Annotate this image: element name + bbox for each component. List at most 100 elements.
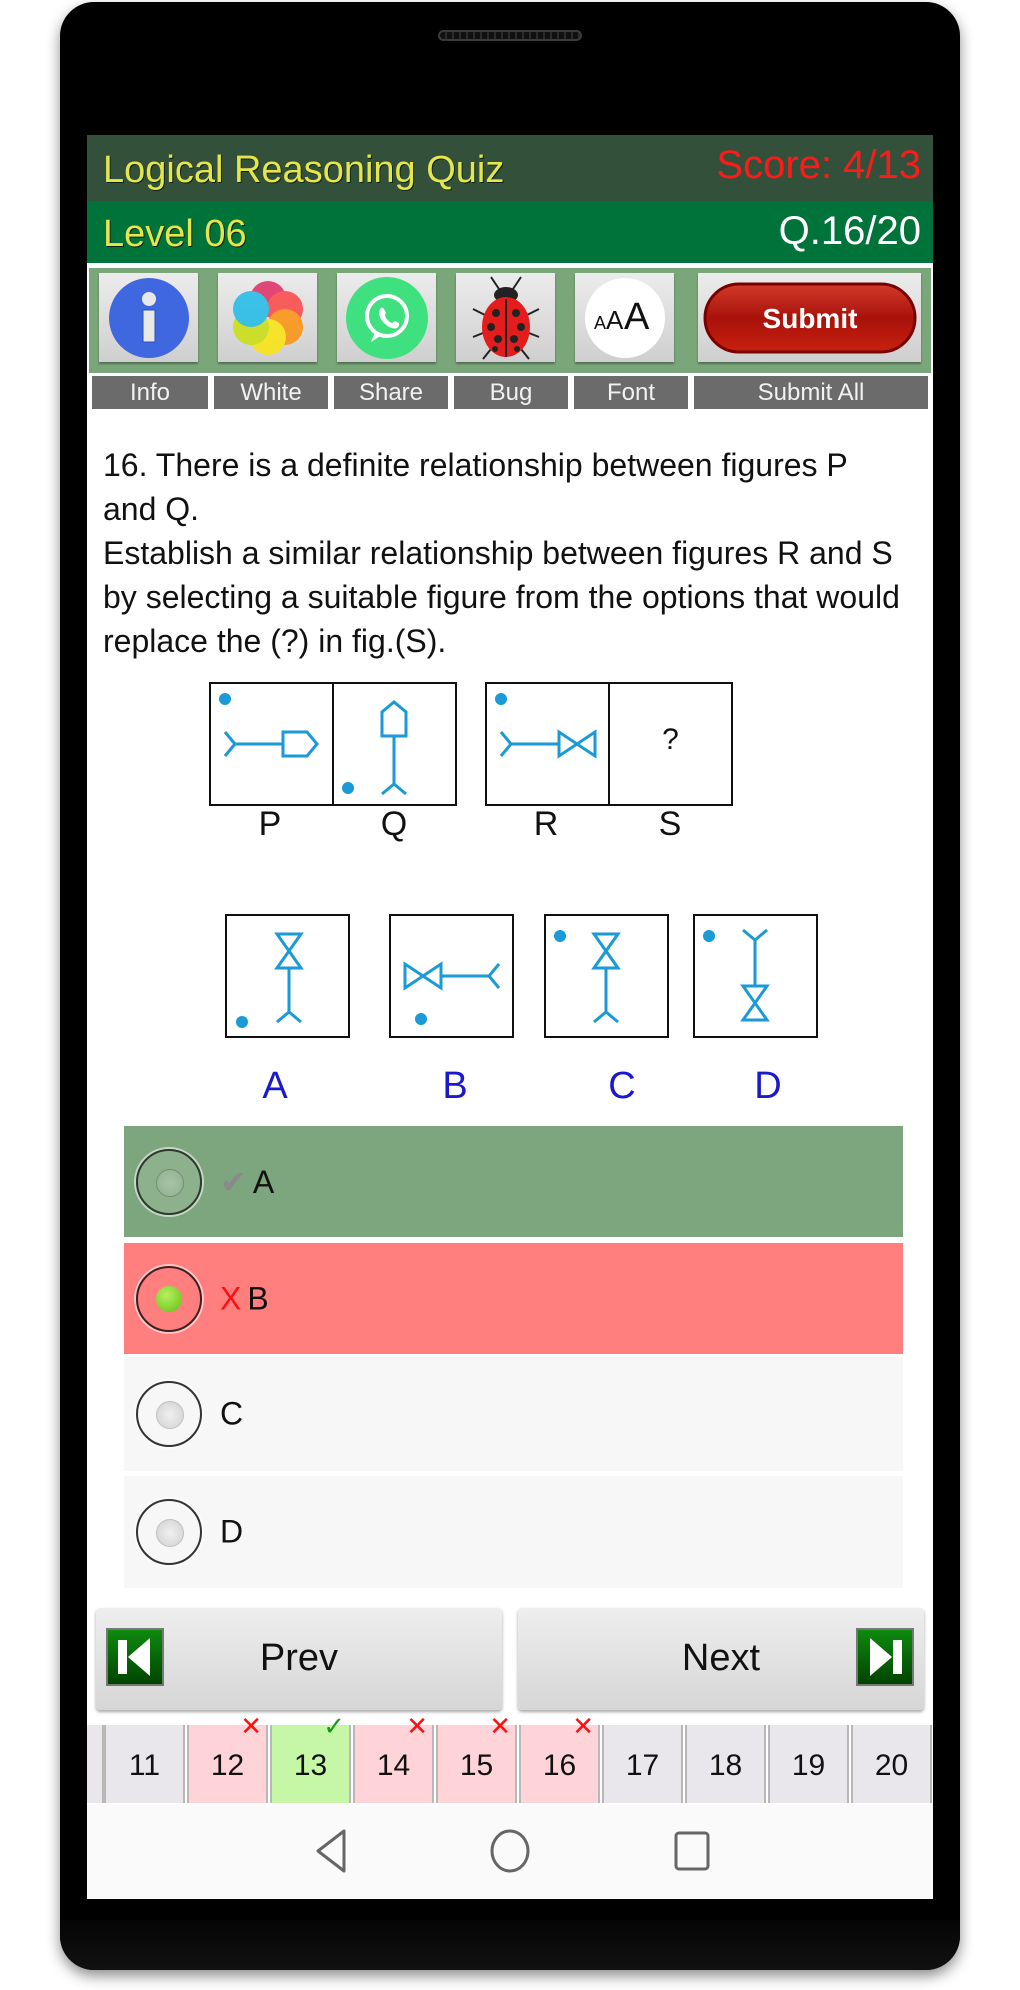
- radio-c[interactable]: [136, 1381, 202, 1447]
- back-icon[interactable]: [312, 1827, 352, 1875]
- prev-button[interactable]: Prev: [96, 1608, 502, 1710]
- option-b-text: XB: [220, 1280, 269, 1317]
- svg-text:A: A: [624, 296, 650, 338]
- page-number: 11: [128, 1749, 161, 1782]
- recents-icon[interactable]: [672, 1827, 712, 1875]
- radio-dot-selected: [156, 1285, 182, 1312]
- system-nav-bar: [87, 1805, 933, 1899]
- answer-label-c: C: [608, 1065, 636, 1107]
- question-line-1: 16. There is a definite relationship bet…: [103, 447, 848, 527]
- wrong-x-icon: ✕: [489, 1711, 511, 1741]
- radio-dot: [156, 1519, 184, 1547]
- font-size-button[interactable]: A A A: [575, 273, 674, 362]
- page-cell-20[interactable]: 20: [851, 1725, 932, 1803]
- info-button[interactable]: [99, 273, 198, 362]
- page-cell-14[interactable]: 14 ✕: [353, 1711, 434, 1803]
- share-label[interactable]: Share: [334, 376, 448, 409]
- toolbar: A A A Submit: [89, 268, 931, 373]
- answer-figure-b: [389, 914, 514, 1038]
- page-number: 19: [791, 1749, 826, 1782]
- title-bar: Logical Reasoning Quiz Score: 4/13: [87, 135, 933, 201]
- page-cell-partial[interactable]: [87, 1725, 104, 1803]
- wrong-x-icon: ✕: [406, 1711, 428, 1741]
- next-button[interactable]: Next: [518, 1608, 924, 1710]
- page-number: 17: [625, 1749, 660, 1782]
- option-c[interactable]: C: [124, 1357, 903, 1471]
- page-number: 12: [210, 1749, 245, 1782]
- radio-dot: [156, 1168, 184, 1197]
- white-label[interactable]: White: [214, 376, 328, 409]
- option-d[interactable]: D: [124, 1476, 903, 1588]
- score-display: Score: 4/13: [716, 143, 921, 187]
- page-number: 14: [376, 1749, 411, 1782]
- font-size-icon: A A A: [584, 277, 665, 358]
- question-page-strip: 11 12 ✕ 13 ✓ 14 ✕ 15 ✕ 16 ✕ 17 18 19 20: [87, 1711, 933, 1803]
- question-text: 16. There is a definite relationship bet…: [103, 443, 923, 663]
- wrong-x-icon: ✕: [240, 1711, 262, 1741]
- submit-button-text: Submit: [762, 303, 857, 334]
- correct-check-icon: ✓: [323, 1711, 345, 1741]
- figure-label-r: R: [533, 805, 559, 843]
- page-number: 16: [542, 1749, 577, 1782]
- answer-label-b: B: [442, 1065, 468, 1107]
- page-number: 18: [708, 1749, 743, 1782]
- page-number: 20: [874, 1749, 909, 1782]
- figure-r: [485, 682, 610, 806]
- wrong-x-icon: ✕: [572, 1711, 594, 1741]
- phone-chin: [60, 1920, 960, 1970]
- app-screen: Logical Reasoning Quiz Score: 4/13 Level…: [87, 135, 933, 1899]
- prev-label: Prev: [259, 1637, 339, 1679]
- svg-text:A: A: [606, 305, 624, 335]
- option-letter: B: [247, 1280, 269, 1316]
- radio-a[interactable]: [136, 1148, 202, 1215]
- page-cell-15[interactable]: 15 ✕: [436, 1711, 517, 1803]
- page-cell-11[interactable]: 11: [104, 1725, 185, 1803]
- ladybug-icon: [472, 275, 539, 360]
- answer-figure-c: [544, 914, 669, 1038]
- speaker-grille: [438, 30, 582, 41]
- radio-d[interactable]: [136, 1499, 202, 1565]
- white-theme-button[interactable]: [218, 273, 317, 362]
- option-a[interactable]: ✔ A: [124, 1126, 903, 1237]
- figure-label-q: Q: [380, 805, 408, 843]
- option-c-text: C: [220, 1395, 244, 1432]
- wrong-x-icon: X: [220, 1280, 242, 1316]
- figure-q: [332, 682, 457, 806]
- radio-dot: [156, 1401, 184, 1429]
- answer-label-d: D: [754, 1065, 782, 1107]
- figure-p: [209, 682, 334, 806]
- option-b[interactable]: XB: [124, 1243, 903, 1354]
- answer-label-a: A: [262, 1065, 288, 1107]
- svg-text:A: A: [594, 313, 606, 333]
- bug-label[interactable]: Bug: [454, 376, 568, 409]
- submit-pill-icon: Submit: [703, 282, 916, 353]
- page-cell-17[interactable]: 17: [602, 1725, 683, 1803]
- question-line-2: Establish a similar relationship between…: [103, 535, 900, 659]
- font-label[interactable]: Font: [574, 376, 688, 409]
- submit-button[interactable]: Submit: [698, 273, 921, 362]
- option-letter: A: [252, 1163, 275, 1200]
- info-label[interactable]: Info: [92, 376, 208, 409]
- page-number: 15: [459, 1749, 494, 1782]
- page-cell-18[interactable]: 18: [685, 1725, 766, 1803]
- home-icon[interactable]: [488, 1827, 532, 1875]
- figure-s: ?: [608, 682, 733, 806]
- next-arrow-icon: [856, 1628, 914, 1686]
- level-bar: Level 06 Q.16/20: [87, 201, 933, 263]
- question-counter: Q.16/20: [778, 209, 921, 253]
- page-number: 13: [293, 1749, 328, 1782]
- answer-figure-d: [693, 914, 818, 1038]
- answer-figure-a: [225, 914, 350, 1038]
- bug-report-button[interactable]: [456, 273, 555, 362]
- submit-all-label[interactable]: Submit All: [694, 376, 928, 409]
- radio-b[interactable]: [136, 1265, 202, 1332]
- figure-label-p: P: [258, 805, 282, 843]
- info-icon: [108, 277, 189, 358]
- page-cell-16[interactable]: 16 ✕: [519, 1711, 600, 1803]
- share-button[interactable]: [337, 273, 436, 362]
- page-cell-12[interactable]: 12 ✕: [187, 1711, 268, 1803]
- whatsapp-icon: [345, 276, 428, 359]
- correct-check-icon: ✔: [220, 1163, 247, 1200]
- page-cell-13[interactable]: 13 ✓: [270, 1711, 351, 1803]
- page-cell-19[interactable]: 19: [768, 1725, 849, 1803]
